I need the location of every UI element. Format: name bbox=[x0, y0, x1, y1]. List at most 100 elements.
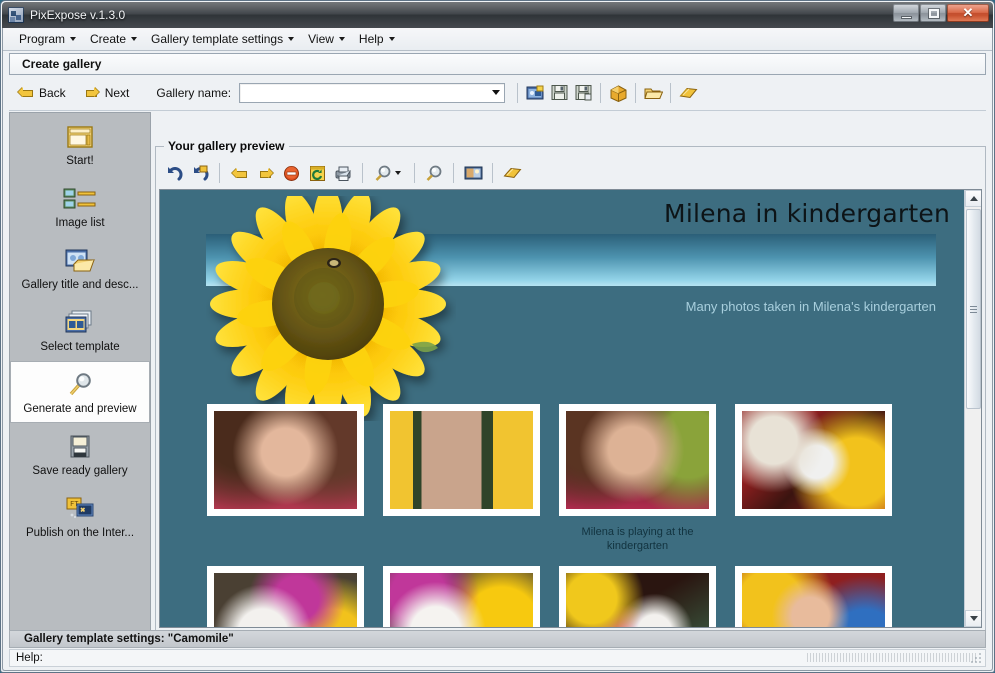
preview-back-button[interactable] bbox=[227, 161, 251, 185]
scroll-down-button[interactable] bbox=[965, 610, 981, 627]
floppy-icon bbox=[15, 432, 145, 462]
help-label: Help: bbox=[16, 652, 43, 664]
template-status-text: Gallery template settings: "Camomile" bbox=[24, 633, 234, 645]
sidebar-item-generate-and-preview[interactable]: Generate and preview bbox=[10, 361, 150, 423]
thumbnail-row bbox=[207, 566, 944, 627]
template-status-bar: Gallery template settings: "Camomile" bbox=[9, 630, 986, 648]
thumbnail-photo bbox=[566, 573, 709, 627]
next-button[interactable]: Next bbox=[75, 81, 139, 105]
gallery-page-viewport: Milena in kindergarten Many photos taken… bbox=[159, 189, 982, 628]
thumbnail-cell[interactable] bbox=[735, 404, 892, 553]
forward-arrow-icon bbox=[258, 167, 273, 180]
thumbnail-cell[interactable] bbox=[207, 566, 364, 627]
thumbnail-8[interactable] bbox=[735, 566, 892, 627]
app-window: PixExpose v.1.3.0 ✕ Program Create Galle… bbox=[0, 0, 995, 673]
menu-create-label: Create bbox=[90, 31, 127, 46]
thumbnail-6[interactable] bbox=[383, 566, 540, 627]
package-button[interactable] bbox=[606, 81, 630, 105]
thumbnail-7[interactable] bbox=[559, 566, 716, 627]
sidebar-item-save-ready-gallery[interactable]: Save ready gallery bbox=[10, 423, 150, 485]
window-controls: ✕ bbox=[893, 4, 989, 22]
thumbnail-4[interactable] bbox=[735, 404, 892, 516]
close-icon: ✕ bbox=[962, 5, 974, 20]
zoom-dropdown-button[interactable] bbox=[371, 161, 395, 185]
save-button[interactable] bbox=[547, 81, 571, 105]
stop-button[interactable] bbox=[279, 161, 303, 185]
save-as-button[interactable] bbox=[571, 81, 595, 105]
thumbnail-photo bbox=[390, 411, 533, 509]
gallery-name-input[interactable] bbox=[240, 83, 488, 102]
thumbnail-1[interactable] bbox=[207, 404, 364, 516]
preview-forward-button[interactable] bbox=[253, 161, 277, 185]
open-gallery-button[interactable] bbox=[641, 81, 665, 105]
thumbnail-cell[interactable] bbox=[735, 566, 892, 627]
chevron-down-icon bbox=[288, 36, 295, 41]
menu-program[interactable]: Program bbox=[13, 30, 84, 49]
menu-gallery-template-settings[interactable]: Gallery template settings bbox=[145, 30, 302, 49]
forward-arrow-icon bbox=[84, 86, 99, 99]
print-button[interactable] bbox=[331, 161, 355, 185]
help-status-bar: Help: bbox=[9, 649, 986, 667]
refresh-button[interactable] bbox=[305, 161, 329, 185]
scroll-thumb[interactable] bbox=[966, 209, 981, 409]
thumbnail-photo bbox=[742, 573, 885, 627]
sidebar-item-image-list[interactable]: Image list bbox=[10, 175, 150, 237]
screenshot-button[interactable] bbox=[461, 161, 485, 185]
thumbnail-cell[interactable]: Milena is playing at the kindergarten bbox=[559, 404, 716, 553]
menu-view[interactable]: View bbox=[302, 30, 353, 49]
zoom-button[interactable] bbox=[422, 161, 446, 185]
thumbnail-cell[interactable] bbox=[559, 566, 716, 627]
menu-view-label: View bbox=[308, 31, 334, 46]
back-button[interactable]: Back bbox=[9, 81, 75, 105]
close-button[interactable]: ✕ bbox=[947, 4, 989, 22]
zoom-level-dropdown[interactable] bbox=[370, 160, 407, 186]
menu-help[interactable]: Help bbox=[353, 30, 403, 49]
sidebar-item-start[interactable]: Start! bbox=[10, 113, 150, 175]
save-icon bbox=[551, 85, 568, 100]
menu-bar: Program Create Gallery template settings… bbox=[3, 28, 992, 51]
sidebar-item-start-label: Start! bbox=[66, 155, 94, 167]
redo-button[interactable] bbox=[188, 161, 212, 185]
thumbnail-cell[interactable] bbox=[207, 404, 364, 553]
undo-button[interactable] bbox=[162, 161, 186, 185]
gallery-preview-title: Your gallery preview bbox=[164, 139, 289, 153]
thumbnail-5[interactable] bbox=[207, 566, 364, 627]
section-header: Create gallery bbox=[9, 53, 986, 75]
leaf-icon bbox=[412, 341, 438, 353]
minimize-button[interactable] bbox=[893, 4, 919, 22]
scroll-up-arrow-icon bbox=[969, 196, 978, 201]
menu-create[interactable]: Create bbox=[84, 30, 145, 49]
toolbar-separator bbox=[517, 82, 519, 103]
preview-toolbar bbox=[158, 159, 983, 187]
sidebar-item-publish-on-the-internet[interactable]: FT Publish on the Inter... bbox=[10, 485, 150, 547]
thumbnail-cell[interactable] bbox=[383, 566, 540, 627]
gallery-name-label: Gallery name: bbox=[156, 85, 232, 100]
stop-icon bbox=[283, 165, 299, 181]
maximize-button[interactable] bbox=[920, 4, 946, 22]
zoom-dropdown-icon bbox=[375, 165, 391, 181]
scroll-up-button[interactable] bbox=[965, 190, 981, 207]
sidebar-item-gallery-title[interactable]: Gallery title and desc... bbox=[10, 237, 150, 299]
templates-button[interactable] bbox=[676, 81, 700, 105]
thumbnail-cell[interactable] bbox=[383, 404, 540, 553]
new-gallery-icon bbox=[526, 85, 544, 99]
chevron-down-icon bbox=[395, 171, 401, 175]
thumbnail-photo bbox=[742, 411, 885, 509]
preview-vertical-scrollbar[interactable] bbox=[964, 190, 981, 627]
thumbnail-3[interactable] bbox=[559, 404, 716, 516]
new-gallery-button[interactable] bbox=[523, 81, 547, 105]
gallery-title-icon bbox=[15, 246, 145, 276]
magnifier-icon bbox=[15, 370, 145, 400]
resize-grip-icon[interactable] bbox=[970, 652, 982, 664]
chevron-down-icon[interactable] bbox=[487, 84, 504, 102]
start-window-icon bbox=[15, 122, 145, 152]
gallery-page: Milena in kindergarten Many photos taken… bbox=[160, 190, 964, 627]
gallery-name-combo[interactable] bbox=[239, 82, 506, 103]
menu-gallery-template-settings-label: Gallery template settings bbox=[151, 31, 284, 46]
sidebar-item-select-template[interactable]: Select template bbox=[10, 299, 150, 361]
page-title: Create gallery bbox=[22, 57, 102, 71]
thumbnail-2[interactable] bbox=[383, 404, 540, 516]
save-as-icon bbox=[575, 85, 592, 101]
toolbar-separator bbox=[670, 82, 672, 103]
preview-templates-button[interactable] bbox=[500, 161, 524, 185]
